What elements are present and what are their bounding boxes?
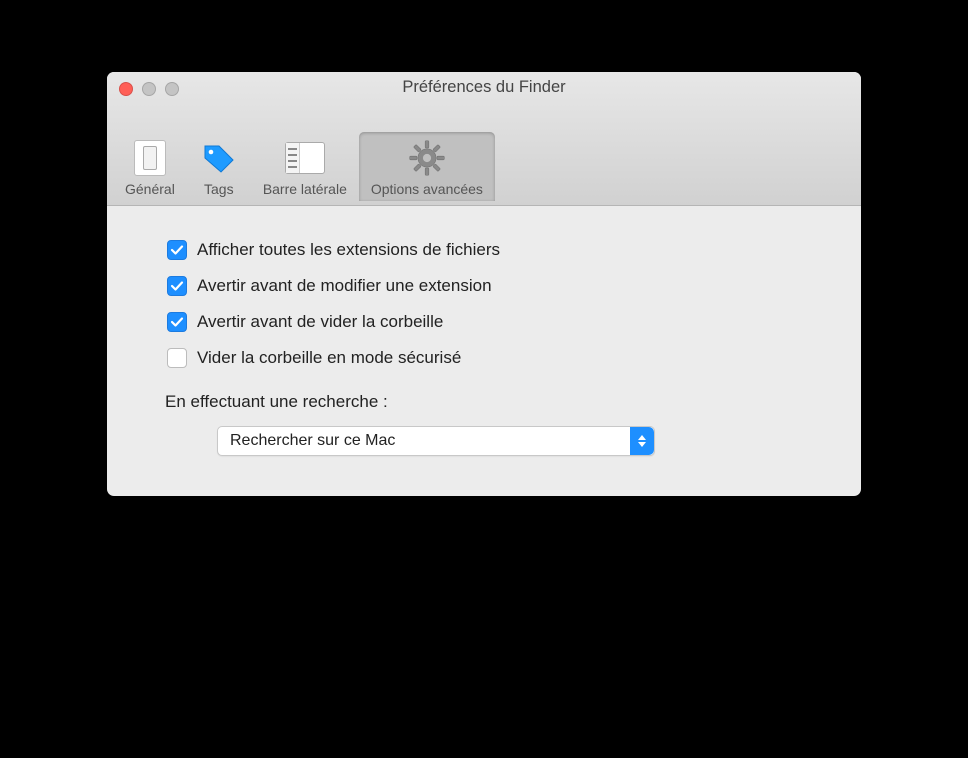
- tab-label: Barre latérale: [263, 181, 347, 197]
- option-warn-empty-trash[interactable]: Avertir avant de vider la corbeille: [167, 312, 835, 332]
- search-scope-select[interactable]: Rechercher sur ce Mac: [217, 426, 655, 456]
- tab-advanced[interactable]: Options avancées: [359, 132, 495, 201]
- checkbox[interactable]: [167, 240, 187, 260]
- tab-label: Général: [125, 181, 175, 197]
- preferences-window: Préférences du Finder Général Tags Barre…: [107, 72, 861, 496]
- select-value: Rechercher sur ce Mac: [218, 432, 395, 450]
- titlebar: Préférences du Finder Général Tags Barre…: [107, 72, 861, 206]
- window-title: Préférences du Finder: [107, 78, 861, 97]
- option-label: Avertir avant de modifier une extension: [197, 276, 492, 296]
- tab-label: Tags: [204, 181, 234, 197]
- option-label: Afficher toutes les extensions de fichie…: [197, 240, 500, 260]
- option-label: Avertir avant de vider la corbeille: [197, 312, 443, 332]
- checkbox[interactable]: [167, 348, 187, 368]
- toolbar: Général Tags Barre latérale: [113, 132, 495, 201]
- gear-icon: [407, 138, 447, 178]
- option-warn-change-extension[interactable]: Avertir avant de modifier une extension: [167, 276, 835, 296]
- tab-sidebar[interactable]: Barre latérale: [251, 132, 359, 201]
- checkbox[interactable]: [167, 276, 187, 296]
- checkbox[interactable]: [167, 312, 187, 332]
- tab-tags[interactable]: Tags: [187, 132, 251, 201]
- tab-general[interactable]: Général: [113, 132, 187, 201]
- option-label: Vider la corbeille en mode sécurisé: [197, 348, 461, 368]
- option-show-extensions[interactable]: Afficher toutes les extensions de fichie…: [167, 240, 835, 260]
- tab-label: Options avancées: [371, 181, 483, 197]
- option-secure-empty-trash[interactable]: Vider la corbeille en mode sécurisé: [167, 348, 835, 368]
- content-area: Afficher toutes les extensions de fichie…: [107, 206, 861, 496]
- updown-icon: [630, 427, 654, 455]
- tag-icon: [199, 138, 239, 178]
- sidebar-icon: [285, 138, 325, 178]
- general-icon: [130, 138, 170, 178]
- search-scope-label: En effectuant une recherche :: [165, 392, 835, 412]
